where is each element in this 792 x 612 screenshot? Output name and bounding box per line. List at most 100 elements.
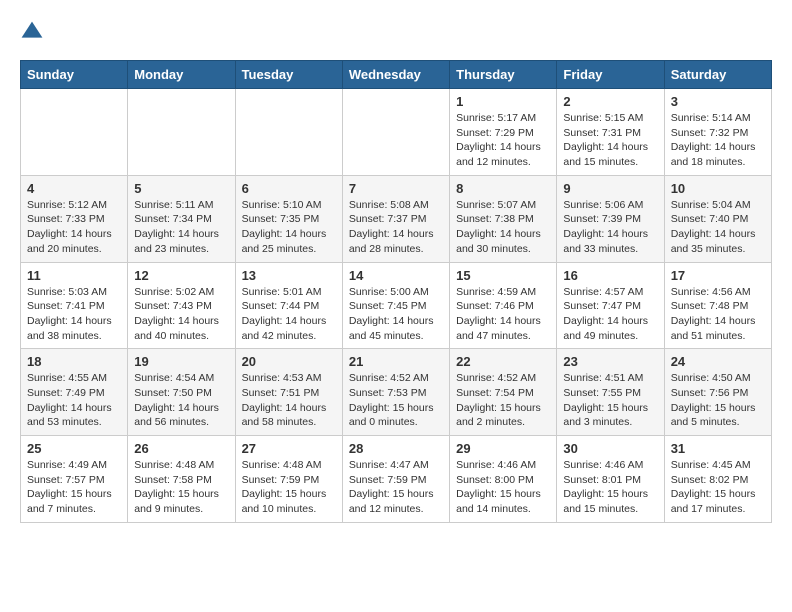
calendar-cell [128, 89, 235, 176]
calendar-cell: 10 Sunrise: 5:04 AMSunset: 7:40 PMDayligh… [664, 175, 771, 262]
day-number: 29 [456, 441, 550, 456]
day-info: Sunrise: 5:11 AMSunset: 7:34 PMDaylight:… [134, 198, 228, 257]
weekday-header-sunday: Sunday [21, 61, 128, 89]
weekday-header-wednesday: Wednesday [342, 61, 449, 89]
day-number: 1 [456, 94, 550, 109]
day-info: Sunrise: 4:51 AMSunset: 7:55 PMDaylight:… [563, 371, 657, 430]
calendar-cell: 4 Sunrise: 5:12 AMSunset: 7:33 PMDaylight… [21, 175, 128, 262]
day-number: 20 [242, 354, 336, 369]
day-number: 23 [563, 354, 657, 369]
day-number: 30 [563, 441, 657, 456]
day-info: Sunrise: 5:01 AMSunset: 7:44 PMDaylight:… [242, 285, 336, 344]
calendar-cell: 13 Sunrise: 5:01 AMSunset: 7:44 PMDayligh… [235, 262, 342, 349]
day-info: Sunrise: 4:49 AMSunset: 7:57 PMDaylight:… [27, 458, 121, 517]
calendar-cell: 29 Sunrise: 4:46 AMSunset: 8:00 PMDayligh… [450, 436, 557, 523]
weekday-header-thursday: Thursday [450, 61, 557, 89]
day-number: 19 [134, 354, 228, 369]
calendar-cell [21, 89, 128, 176]
day-info: Sunrise: 5:15 AMSunset: 7:31 PMDaylight:… [563, 111, 657, 170]
calendar-table: SundayMondayTuesdayWednesdayThursdayFrid… [20, 60, 772, 523]
day-info: Sunrise: 4:46 AMSunset: 8:00 PMDaylight:… [456, 458, 550, 517]
day-number: 24 [671, 354, 765, 369]
calendar-week-row: 4 Sunrise: 5:12 AMSunset: 7:33 PMDaylight… [21, 175, 772, 262]
day-info: Sunrise: 4:46 AMSunset: 8:01 PMDaylight:… [563, 458, 657, 517]
calendar-week-row: 11 Sunrise: 5:03 AMSunset: 7:41 PMDayligh… [21, 262, 772, 349]
day-number: 28 [349, 441, 443, 456]
day-info: Sunrise: 5:14 AMSunset: 7:32 PMDaylight:… [671, 111, 765, 170]
day-info: Sunrise: 4:47 AMSunset: 7:59 PMDaylight:… [349, 458, 443, 517]
calendar-cell: 26 Sunrise: 4:48 AMSunset: 7:58 PMDayligh… [128, 436, 235, 523]
calendar-cell: 27 Sunrise: 4:48 AMSunset: 7:59 PMDayligh… [235, 436, 342, 523]
calendar-cell: 19 Sunrise: 4:54 AMSunset: 7:50 PMDayligh… [128, 349, 235, 436]
logo [20, 20, 48, 44]
day-number: 11 [27, 268, 121, 283]
weekday-header-row: SundayMondayTuesdayWednesdayThursdayFrid… [21, 61, 772, 89]
day-info: Sunrise: 5:12 AMSunset: 7:33 PMDaylight:… [27, 198, 121, 257]
calendar-cell: 7 Sunrise: 5:08 AMSunset: 7:37 PMDaylight… [342, 175, 449, 262]
day-info: Sunrise: 4:50 AMSunset: 7:56 PMDaylight:… [671, 371, 765, 430]
calendar-week-row: 18 Sunrise: 4:55 AMSunset: 7:49 PMDayligh… [21, 349, 772, 436]
day-number: 18 [27, 354, 121, 369]
day-info: Sunrise: 5:04 AMSunset: 7:40 PMDaylight:… [671, 198, 765, 257]
day-info: Sunrise: 4:54 AMSunset: 7:50 PMDaylight:… [134, 371, 228, 430]
page-header [20, 20, 772, 44]
day-number: 13 [242, 268, 336, 283]
calendar-cell: 22Sunrise: 4:52 AMSunset: 7:54 PMDayligh… [450, 349, 557, 436]
day-info: Sunrise: 5:00 AMSunset: 7:45 PMDaylight:… [349, 285, 443, 344]
logo-icon [20, 20, 44, 44]
day-info: Sunrise: 5:08 AMSunset: 7:37 PMDaylight:… [349, 198, 443, 257]
day-number: 16 [563, 268, 657, 283]
calendar-cell: 3 Sunrise: 5:14 AMSunset: 7:32 PMDaylight… [664, 89, 771, 176]
day-number: 10 [671, 181, 765, 196]
day-info: Sunrise: 4:45 AMSunset: 8:02 PMDaylight:… [671, 458, 765, 517]
day-info: Sunrise: 5:02 AMSunset: 7:43 PMDaylight:… [134, 285, 228, 344]
calendar-week-row: 1 Sunrise: 5:17 AMSunset: 7:29 PMDaylight… [21, 89, 772, 176]
calendar-cell: 8 Sunrise: 5:07 AMSunset: 7:38 PMDaylight… [450, 175, 557, 262]
weekday-header-tuesday: Tuesday [235, 61, 342, 89]
calendar-cell [342, 89, 449, 176]
day-number: 26 [134, 441, 228, 456]
calendar-cell: 5 Sunrise: 5:11 AMSunset: 7:34 PMDaylight… [128, 175, 235, 262]
day-info: Sunrise: 5:03 AMSunset: 7:41 PMDaylight:… [27, 285, 121, 344]
calendar-cell: 25 Sunrise: 4:49 AMSunset: 7:57 PMDayligh… [21, 436, 128, 523]
day-info: Sunrise: 4:52 AMSunset: 7:53 PMDaylight:… [349, 371, 443, 430]
day-number: 21 [349, 354, 443, 369]
weekday-header-saturday: Saturday [664, 61, 771, 89]
day-number: 8 [456, 181, 550, 196]
day-info: Sunrise: 4:53 AMSunset: 7:51 PMDaylight:… [242, 371, 336, 430]
calendar-cell: 17Sunrise: 4:56 AMSunset: 7:48 PMDayligh… [664, 262, 771, 349]
day-number: 25 [27, 441, 121, 456]
calendar-cell: 31Sunrise: 4:45 AMSunset: 8:02 PMDayligh… [664, 436, 771, 523]
calendar-cell: 24 Sunrise: 4:50 AMSunset: 7:56 PMDayligh… [664, 349, 771, 436]
calendar-cell: 23 Sunrise: 4:51 AMSunset: 7:55 PMDayligh… [557, 349, 664, 436]
day-number: 7 [349, 181, 443, 196]
day-number: 4 [27, 181, 121, 196]
day-number: 5 [134, 181, 228, 196]
day-number: 6 [242, 181, 336, 196]
calendar-week-row: 25 Sunrise: 4:49 AMSunset: 7:57 PMDayligh… [21, 436, 772, 523]
calendar-cell: 18 Sunrise: 4:55 AMSunset: 7:49 PMDayligh… [21, 349, 128, 436]
calendar-cell: 6 Sunrise: 5:10 AMSunset: 7:35 PMDaylight… [235, 175, 342, 262]
day-number: 27 [242, 441, 336, 456]
calendar-cell: 15Sunrise: 4:59 AMSunset: 7:46 PMDayligh… [450, 262, 557, 349]
calendar-cell: 11 Sunrise: 5:03 AMSunset: 7:41 PMDayligh… [21, 262, 128, 349]
day-info: Sunrise: 4:57 AMSunset: 7:47 PMDaylight:… [563, 285, 657, 344]
day-number: 3 [671, 94, 765, 109]
day-info: Sunrise: 4:48 AMSunset: 7:58 PMDaylight:… [134, 458, 228, 517]
calendar-cell: 12Sunrise: 5:02 AMSunset: 7:43 PMDayligh… [128, 262, 235, 349]
day-info: Sunrise: 5:06 AMSunset: 7:39 PMDaylight:… [563, 198, 657, 257]
day-number: 17 [671, 268, 765, 283]
calendar-cell: 14Sunrise: 5:00 AMSunset: 7:45 PMDayligh… [342, 262, 449, 349]
calendar-cell: 28 Sunrise: 4:47 AMSunset: 7:59 PMDayligh… [342, 436, 449, 523]
calendar-cell: 2Sunrise: 5:15 AMSunset: 7:31 PMDaylight… [557, 89, 664, 176]
day-info: Sunrise: 4:52 AMSunset: 7:54 PMDaylight:… [456, 371, 550, 430]
calendar-cell: 9Sunrise: 5:06 AMSunset: 7:39 PMDaylight… [557, 175, 664, 262]
calendar-cell: 20 Sunrise: 4:53 AMSunset: 7:51 PMDayligh… [235, 349, 342, 436]
day-info: Sunrise: 5:07 AMSunset: 7:38 PMDaylight:… [456, 198, 550, 257]
day-info: Sunrise: 4:55 AMSunset: 7:49 PMDaylight:… [27, 371, 121, 430]
day-number: 15 [456, 268, 550, 283]
calendar-cell: 30 Sunrise: 4:46 AMSunset: 8:01 PMDayligh… [557, 436, 664, 523]
day-info: Sunrise: 5:17 AMSunset: 7:29 PMDaylight:… [456, 111, 550, 170]
day-info: Sunrise: 4:48 AMSunset: 7:59 PMDaylight:… [242, 458, 336, 517]
day-info: Sunrise: 5:10 AMSunset: 7:35 PMDaylight:… [242, 198, 336, 257]
